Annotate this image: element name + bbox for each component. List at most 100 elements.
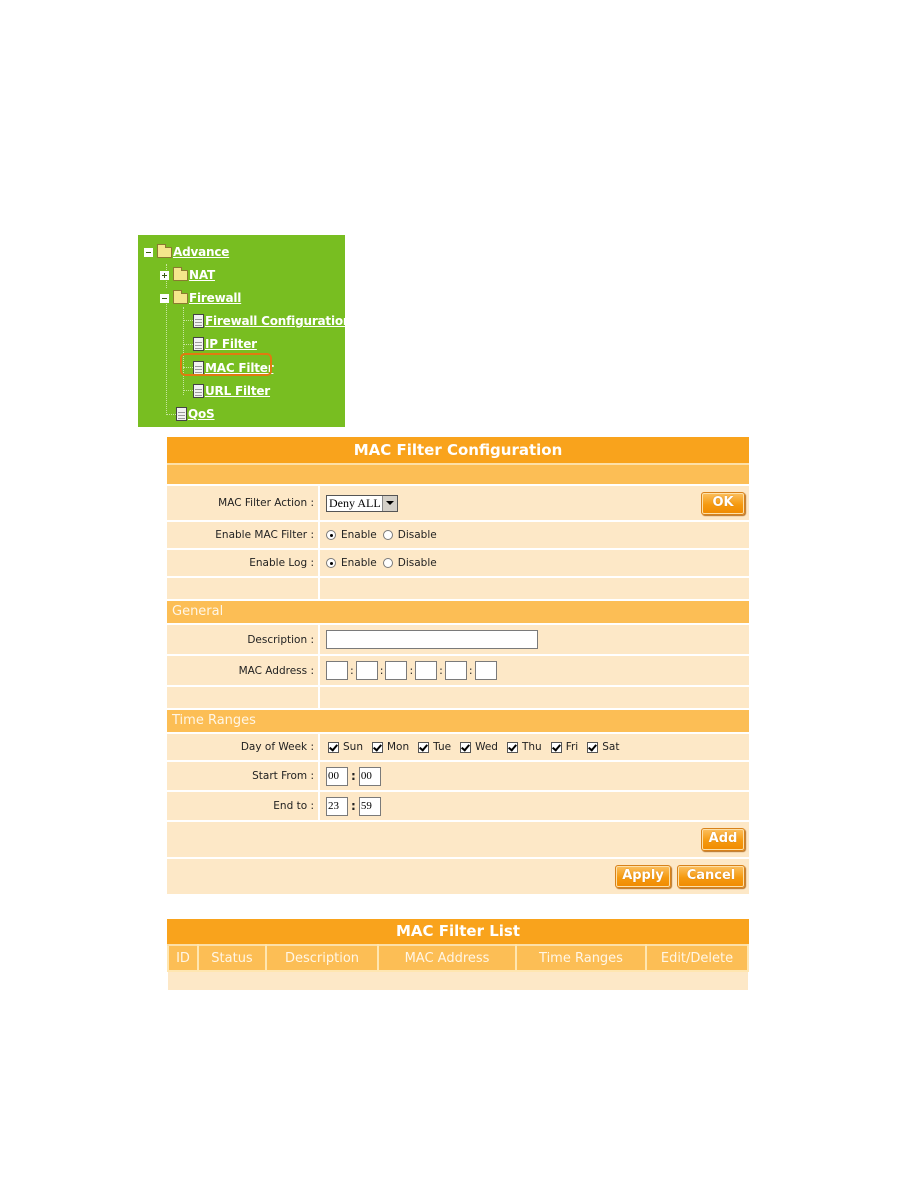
- panel-subheader: [167, 463, 749, 484]
- tree-item-firewall-configuration[interactable]: Firewall Configuration: [193, 312, 351, 330]
- spacer-cell: [167, 687, 320, 708]
- enable-log-enable-radio[interactable]: [326, 558, 336, 568]
- mac-separator: :: [350, 664, 354, 677]
- checkbox-label: Wed: [475, 741, 498, 753]
- day-sun-checkbox[interactable]: [328, 741, 339, 753]
- page-icon: [176, 407, 187, 421]
- mac-octet-4-input[interactable]: [415, 661, 438, 680]
- mac-separator: :: [468, 664, 473, 677]
- day-thu-checkbox[interactable]: [506, 741, 518, 753]
- list-title: MAC Filter List: [167, 919, 749, 944]
- mac-filter-list-table: ID Status Description MAC Address Time R…: [167, 944, 749, 990]
- end-hour-input[interactable]: [326, 796, 348, 816]
- radio-label: Disable: [397, 557, 437, 569]
- tree-connector: [183, 344, 193, 345]
- enable-mac-filter-disable-radio[interactable]: [382, 530, 393, 540]
- apply-button[interactable]: Apply: [615, 865, 671, 888]
- tree-item-label[interactable]: URL Filter: [205, 384, 270, 398]
- time-separator: :: [351, 799, 356, 813]
- folder-open-icon: [173, 289, 188, 304]
- day-mon-checkbox[interactable]: [371, 741, 383, 753]
- add-button[interactable]: Add: [701, 828, 745, 851]
- description-input[interactable]: [326, 630, 538, 649]
- time-separator: :: [351, 769, 356, 783]
- checkbox-label: Sun: [343, 741, 363, 753]
- collapse-icon[interactable]: [160, 293, 169, 303]
- day-of-week-label: Day of Week :: [167, 734, 320, 760]
- day-wed-checkbox[interactable]: [460, 741, 472, 753]
- expand-icon[interactable]: [160, 270, 169, 280]
- collapse-icon[interactable]: [144, 247, 153, 257]
- day-tue-checkbox[interactable]: [418, 741, 430, 753]
- mac-separator: :: [409, 664, 414, 677]
- start-minute-input[interactable]: [358, 766, 381, 786]
- day-sat-checkbox[interactable]: [587, 741, 599, 753]
- row-enable-log: Enable Log : Enable Disable: [167, 548, 749, 576]
- tree-item-nat[interactable]: NAT: [160, 266, 215, 284]
- page-icon: [193, 384, 204, 398]
- column-header-description: Description: [265, 944, 379, 972]
- mac-octet-1-input[interactable]: [326, 661, 348, 680]
- folder-icon: [173, 266, 188, 281]
- radio-label: Enable: [341, 557, 377, 569]
- mac-octet-3-input[interactable]: [385, 661, 408, 680]
- tree-item-label[interactable]: QoS: [188, 407, 215, 421]
- tree-connector: [183, 390, 193, 391]
- list-empty-row: [168, 971, 748, 990]
- tree-item-ip-filter[interactable]: IP Filter: [193, 335, 257, 353]
- row-day-of-week: Day of Week : Sun Mon Tue Wed Thu Fri Sa…: [167, 732, 749, 760]
- mac-octet-2-input[interactable]: [355, 661, 378, 680]
- tree-item-url-filter[interactable]: URL Filter: [193, 382, 270, 400]
- checkbox-label: Thu: [521, 741, 542, 753]
- start-hour-input[interactable]: [326, 766, 348, 786]
- tree-item-label[interactable]: NAT: [189, 268, 215, 282]
- mac-octet-6-input[interactable]: [474, 661, 497, 680]
- tree-item-label[interactable]: IP Filter: [205, 337, 257, 351]
- end-minute-input[interactable]: [358, 796, 381, 816]
- mac-filter-configuration-panel: MAC Filter Configuration MAC Filter Acti…: [167, 437, 749, 894]
- tree-item-label[interactable]: Firewall Configuration: [205, 314, 351, 328]
- description-label: Description :: [167, 625, 320, 654]
- mac-filter-highlight: [180, 353, 272, 376]
- enable-log-disable-radio[interactable]: [382, 558, 393, 568]
- end-to-label: End to :: [167, 792, 320, 820]
- mac-address-label: MAC Address :: [167, 656, 320, 685]
- spacer-cell: [320, 578, 749, 599]
- mac-filter-action-select[interactable]: Deny ALL: [326, 494, 398, 512]
- column-header-mac-address: MAC Address: [377, 944, 517, 972]
- row-description: Description :: [167, 623, 749, 654]
- page-icon: [193, 314, 204, 328]
- tree-item-label[interactable]: Advance: [173, 245, 229, 259]
- row-spacer: [167, 685, 749, 708]
- spacer-cell: [320, 687, 749, 708]
- ok-button[interactable]: OK: [701, 492, 745, 515]
- selected-value: Deny ALL: [329, 495, 381, 510]
- enable-mac-filter-enable-radio[interactable]: [326, 530, 336, 540]
- row-add: Add: [167, 820, 749, 857]
- checkbox-label: Mon: [386, 741, 410, 753]
- start-from-label: Start From :: [167, 762, 320, 790]
- mac-separator: :: [379, 664, 384, 677]
- tree-item-label[interactable]: Firewall: [189, 291, 241, 305]
- checkbox-label: Fri: [565, 741, 579, 753]
- tree-item-qos[interactable]: QoS: [176, 405, 215, 423]
- tree-item-advance[interactable]: Advance: [144, 243, 229, 261]
- checkbox-label: Tue: [433, 741, 452, 753]
- spacer-cell: [167, 578, 320, 599]
- cancel-button[interactable]: Cancel: [677, 865, 745, 888]
- section-time-ranges: Time Ranges: [167, 708, 749, 732]
- section-general: General: [167, 599, 749, 623]
- row-spacer: [167, 576, 749, 599]
- mac-octet-5-input[interactable]: [444, 661, 467, 680]
- folder-open-icon: [157, 243, 172, 258]
- list-header-row: ID Status Description MAC Address Time R…: [167, 944, 749, 972]
- radio-label: Enable: [341, 529, 377, 541]
- mac-filter-action-label: MAC Filter Action :: [167, 486, 320, 520]
- tree-item-firewall[interactable]: Firewall: [160, 289, 241, 307]
- day-fri-checkbox[interactable]: [550, 741, 562, 753]
- column-header-status: Status: [197, 944, 267, 972]
- column-header-time-ranges: Time Ranges: [515, 944, 647, 972]
- chevron-down-icon[interactable]: [382, 495, 397, 511]
- enable-log-label: Enable Log :: [167, 550, 320, 576]
- enable-mac-filter-label: Enable MAC Filter :: [167, 522, 320, 548]
